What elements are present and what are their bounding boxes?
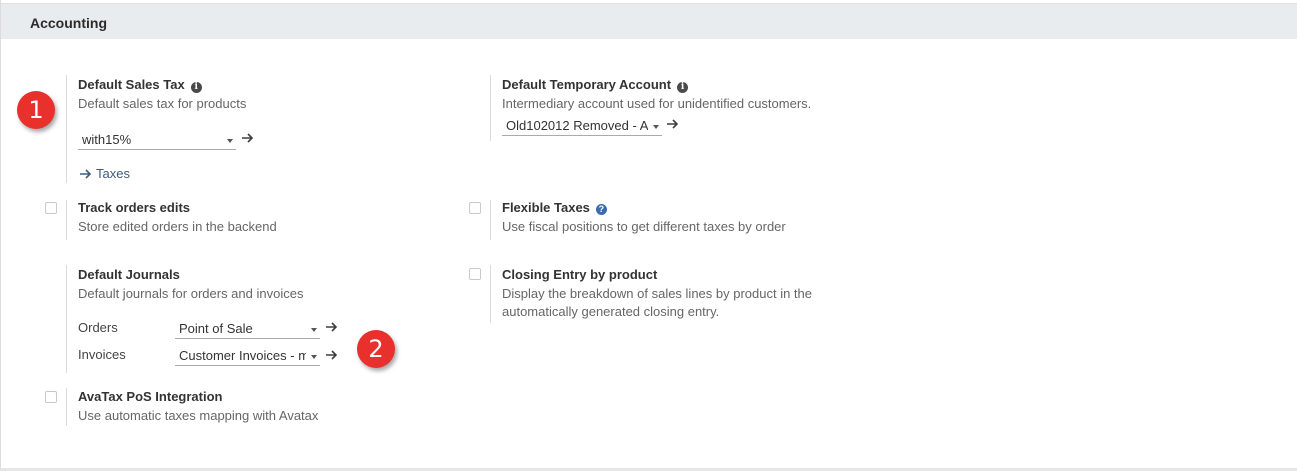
flexible-taxes-checkbox[interactable] bbox=[469, 202, 481, 214]
section-header: Accounting bbox=[1, 3, 1297, 39]
setting-divider bbox=[490, 200, 491, 240]
closing-entry-checkbox[interactable] bbox=[469, 268, 481, 280]
arrow-right-icon[interactable] bbox=[326, 350, 338, 360]
closing-entry-title: Closing Entry by product bbox=[502, 267, 658, 282]
arrow-right-icon bbox=[80, 169, 92, 179]
avatax-description: Use automatic taxes mapping with Avatax bbox=[78, 408, 319, 423]
default-temporary-account-title: Default Temporary Account i bbox=[502, 77, 689, 93]
flexible-taxes-title: Flexible Taxes? bbox=[502, 200, 607, 215]
annotation-badge-1: 1 bbox=[17, 91, 55, 129]
arrow-right-icon[interactable] bbox=[326, 322, 338, 332]
setting-divider bbox=[66, 388, 67, 426]
default-journals-title: Default Journals bbox=[78, 267, 180, 282]
help-icon[interactable]: ? bbox=[595, 204, 607, 215]
default-journals-description: Default journals for orders and invoices bbox=[78, 286, 304, 301]
arrow-right-icon[interactable] bbox=[667, 119, 679, 129]
track-orders-edits-checkbox[interactable] bbox=[45, 202, 57, 214]
chevron-down-icon bbox=[311, 355, 317, 359]
setting-divider bbox=[66, 200, 67, 240]
setting-divider bbox=[490, 265, 491, 323]
flexible-taxes-label: Flexible Taxes bbox=[502, 200, 590, 215]
section-title: Accounting bbox=[30, 15, 107, 31]
avatax-title: AvaTax PoS Integration bbox=[78, 389, 223, 404]
default-temporary-account-label: Default Temporary Account bbox=[502, 77, 672, 92]
chevron-down-icon bbox=[653, 125, 659, 129]
chevron-down-icon bbox=[311, 328, 317, 332]
avatax-checkbox[interactable] bbox=[45, 391, 57, 403]
setting-divider bbox=[66, 75, 67, 183]
invoices-journal-select[interactable]: Customer Invoices - ma bbox=[175, 344, 320, 366]
default-temporary-account-description: Intermediary account used for unidentifi… bbox=[502, 96, 812, 111]
chevron-down-icon bbox=[227, 139, 233, 143]
setting-divider bbox=[490, 75, 491, 141]
default-sales-tax-label: Default Sales Tax bbox=[78, 77, 185, 92]
closing-entry-description-line2: automatically generated closing entry. bbox=[502, 304, 720, 319]
taxes-link[interactable]: Taxes bbox=[80, 166, 130, 181]
default-temporary-account-select[interactable]: Old102012 Removed - Ac bbox=[502, 114, 662, 136]
track-orders-edits-title: Track orders edits bbox=[78, 200, 190, 215]
taxes-link-label: Taxes bbox=[96, 166, 130, 181]
annotation-badge-2: 2 bbox=[357, 330, 395, 368]
setting-divider bbox=[66, 265, 67, 373]
arrow-right-icon[interactable] bbox=[242, 133, 254, 143]
default-sales-tax-title: Default Sales Tax i bbox=[78, 77, 202, 93]
orders-journal-select[interactable]: Point of Sale bbox=[175, 317, 320, 339]
default-temporary-account-value: Old102012 Removed - Ac bbox=[506, 118, 648, 133]
track-orders-edits-description: Store edited orders in the backend bbox=[78, 219, 277, 234]
info-icon[interactable]: i bbox=[677, 82, 689, 93]
info-icon[interactable]: i bbox=[190, 82, 202, 93]
flexible-taxes-description: Use fiscal positions to get different ta… bbox=[502, 219, 786, 234]
orders-journal-value: Point of Sale bbox=[179, 321, 253, 336]
orders-journal-label: Orders bbox=[78, 320, 118, 335]
default-sales-tax-select[interactable]: with15% bbox=[78, 128, 236, 150]
default-sales-tax-description: Default sales tax for products bbox=[78, 96, 247, 111]
invoices-journal-value: Customer Invoices - ma bbox=[179, 348, 306, 363]
closing-entry-description-line1: Display the breakdown of sales lines by … bbox=[502, 286, 813, 301]
invoices-journal-label: Invoices bbox=[78, 347, 126, 362]
default-sales-tax-value: with15% bbox=[82, 132, 132, 147]
